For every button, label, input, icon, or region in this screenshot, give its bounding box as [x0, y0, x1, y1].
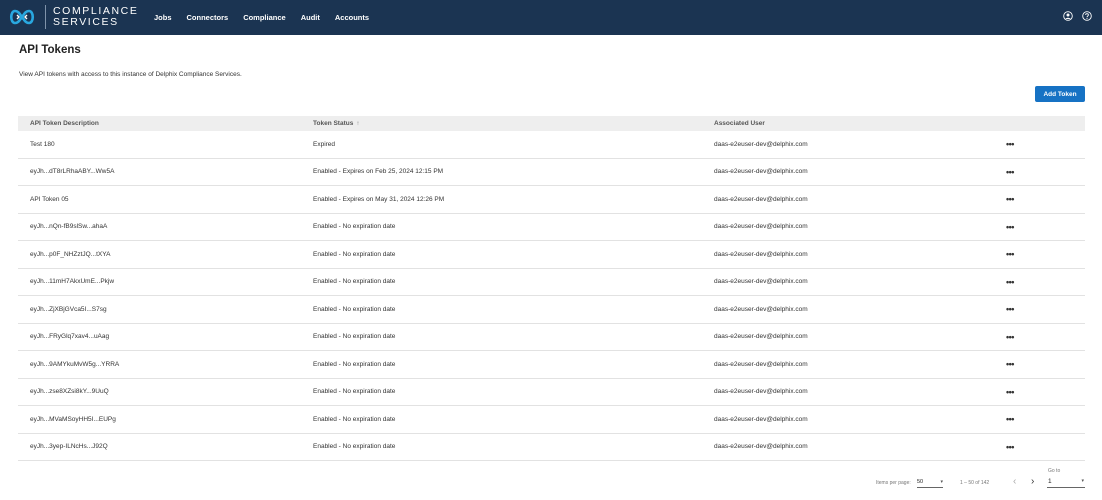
brand-logo[interactable]: COMPLIANCE SERVICES [8, 5, 138, 29]
token-status: Enabled - No expiration date [313, 223, 396, 231]
page-description: View API tokens with access to this inst… [19, 71, 242, 78]
infinity-logo-icon [9, 9, 35, 25]
row-actions-menu-icon[interactable]: ••• [1006, 442, 1014, 452]
associated-user: daas-e2euser-dev@delphix.com [714, 415, 808, 423]
row-actions-menu-icon[interactable]: ••• [1006, 249, 1014, 259]
row-actions-menu-icon[interactable]: ••• [1006, 277, 1014, 287]
nav-accounts[interactable]: Accounts [335, 13, 369, 22]
associated-user: daas-e2euser-dev@delphix.com [714, 168, 808, 176]
row-actions-menu-icon[interactable]: ••• [1006, 194, 1014, 204]
top-navigation-bar: COMPLIANCE SERVICES Jobs Connectors Comp… [0, 0, 1102, 35]
associated-user: daas-e2euser-dev@delphix.com [714, 305, 808, 313]
go-to-page-select[interactable]: 1 ▾ [1047, 475, 1085, 488]
sort-ascending-icon: ↑ [356, 121, 360, 127]
add-token-button[interactable]: Add Token [1035, 86, 1085, 102]
go-to-page-value: 1 [1048, 478, 1052, 485]
table-row[interactable]: API Token 05 Enabled - Expires on May 31,… [18, 186, 1085, 214]
nav-connectors[interactable]: Connectors [187, 13, 229, 22]
token-status: Enabled - No expiration date [313, 250, 396, 258]
row-actions-menu-icon[interactable]: ••• [1006, 167, 1014, 177]
go-to-label: Go to [1048, 468, 1061, 474]
token-description: eyJh...zse8XZsi8kY...9UuQ [30, 388, 109, 396]
associated-user: daas-e2euser-dev@delphix.com [714, 388, 808, 396]
pagination: Items per page: 50 ▾ 1 – 50 of 142 ‹ › G… [0, 466, 1102, 496]
user-account-icon[interactable] [1063, 11, 1073, 21]
previous-page-button[interactable]: ‹ [1013, 476, 1016, 487]
table-row[interactable]: eyJh...MVaMSoyHH5I...EUPg Enabled - No ex… [18, 406, 1085, 434]
table-row[interactable]: eyJh...9AMYkuMvW5g...YRRA Enabled - No ex… [18, 351, 1085, 379]
table-row[interactable]: eyJh...nQn-fB9slSw...ahaA Enabled - No ex… [18, 214, 1085, 241]
associated-user: daas-e2euser-dev@delphix.com [714, 250, 808, 258]
associated-user: daas-e2euser-dev@delphix.com [714, 443, 808, 451]
token-status: Enabled - No expiration date [313, 443, 396, 451]
items-per-page-label: Items per page: [876, 480, 911, 486]
token-status: Enabled - No expiration date [313, 278, 396, 286]
token-description: eyJh...ZjXBjGVca5I...S7sg [30, 305, 107, 313]
token-description: Test 180 [30, 140, 55, 148]
page-title: API Tokens [19, 44, 81, 56]
brand-line-2: SERVICES [53, 16, 119, 28]
table-header: API Token Description Token Status ↑ Asso… [18, 116, 1085, 131]
token-description: eyJh...FRyGlq7xav4...uAag [30, 333, 110, 341]
page-range: 1 – 50 of 142 [960, 480, 990, 486]
main-nav: Jobs Connectors Compliance Audit Account… [154, 0, 384, 35]
nav-jobs[interactable]: Jobs [154, 13, 172, 22]
table-row[interactable]: eyJh...FRyGlq7xav4...uAag Enabled - No ex… [18, 324, 1085, 351]
header-status-label: Token Status [313, 120, 354, 127]
chevron-down-icon: ▾ [1081, 478, 1084, 484]
row-actions-menu-icon[interactable]: ••• [1006, 222, 1014, 232]
token-description: eyJh...dT8rLRhaABY...Ww5A [30, 168, 115, 176]
nav-compliance[interactable]: Compliance [243, 13, 286, 22]
token-description: eyJh...MVaMSoyHH5I...EUPg [30, 415, 116, 423]
items-per-page-value: 50 [917, 479, 924, 485]
token-status: Enabled - No expiration date [313, 333, 396, 341]
token-status: Enabled - No expiration date [313, 360, 396, 368]
token-description: eyJh...p0F_NHZztJQ...tXYA [30, 250, 111, 258]
header-actions [1063, 11, 1092, 21]
table-row[interactable]: eyJh...dT8rLRhaABY...Ww5A Enabled - Expir… [18, 159, 1085, 186]
row-actions-menu-icon[interactable]: ••• [1006, 139, 1014, 149]
token-description: eyJh...nQn-fB9slSw...ahaA [30, 223, 108, 231]
token-status: Enabled - No expiration date [313, 305, 396, 313]
token-status: Expired [313, 140, 336, 148]
brand-name: COMPLIANCE SERVICES [53, 6, 138, 28]
associated-user: daas-e2euser-dev@delphix.com [714, 360, 808, 368]
associated-user: daas-e2euser-dev@delphix.com [714, 223, 808, 231]
table-row[interactable]: eyJh...p0F_NHZztJQ...tXYA Enabled - No ex… [18, 241, 1085, 269]
associated-user: daas-e2euser-dev@delphix.com [714, 278, 808, 286]
chevron-down-icon: ▾ [940, 479, 943, 485]
row-actions-menu-icon[interactable]: ••• [1006, 414, 1014, 424]
table-row[interactable]: eyJh...ZjXBjGVca5I...S7sg Enabled - No ex… [18, 296, 1085, 324]
token-description: eyJh...11mH7AkxUmE...Pkjw [30, 278, 115, 286]
row-actions-menu-icon[interactable]: ••• [1006, 304, 1014, 314]
help-icon[interactable] [1082, 11, 1092, 21]
associated-user: daas-e2euser-dev@delphix.com [714, 195, 808, 203]
token-status: Enabled - No expiration date [313, 388, 396, 396]
table-row[interactable]: eyJh...11mH7AkxUmE...Pkjw Enabled - No ex… [18, 269, 1085, 296]
token-description: API Token 05 [30, 195, 69, 203]
row-actions-menu-icon[interactable]: ••• [1006, 387, 1014, 397]
row-actions-menu-icon[interactable]: ••• [1006, 359, 1014, 369]
table-row[interactable]: Test 180 Expired daas-e2euser-dev@delphix.… [18, 131, 1085, 159]
token-status: Enabled - No expiration date [313, 415, 396, 423]
associated-user: daas-e2euser-dev@delphix.com [714, 140, 808, 148]
table-row[interactable]: eyJh...3yep-ILNcHs...J92Q Enabled - No ex… [18, 434, 1085, 461]
header-description[interactable]: API Token Description [30, 120, 99, 127]
token-description: eyJh...3yep-ILNcHs...J92Q [30, 443, 108, 451]
row-actions-menu-icon[interactable]: ••• [1006, 332, 1014, 342]
api-tokens-table: API Token Description Token Status ↑ Asso… [18, 116, 1085, 461]
header-status[interactable]: Token Status ↑ [313, 120, 359, 127]
logo-divider [45, 5, 46, 29]
items-per-page-select[interactable]: 50 ▾ [917, 477, 943, 488]
next-page-button[interactable]: › [1031, 476, 1034, 487]
token-description: eyJh...9AMYkuMvW5g...YRRA [30, 360, 120, 368]
token-status: Enabled - Expires on Feb 25, 2024 12:15 … [313, 168, 444, 176]
header-user[interactable]: Associated User [714, 120, 765, 127]
table-row[interactable]: eyJh...zse8XZsi8kY...9UuQ Enabled - No ex… [18, 379, 1085, 406]
nav-audit[interactable]: Audit [301, 13, 320, 22]
associated-user: daas-e2euser-dev@delphix.com [714, 333, 808, 341]
token-status: Enabled - Expires on May 31, 2024 12:26 … [313, 195, 445, 203]
